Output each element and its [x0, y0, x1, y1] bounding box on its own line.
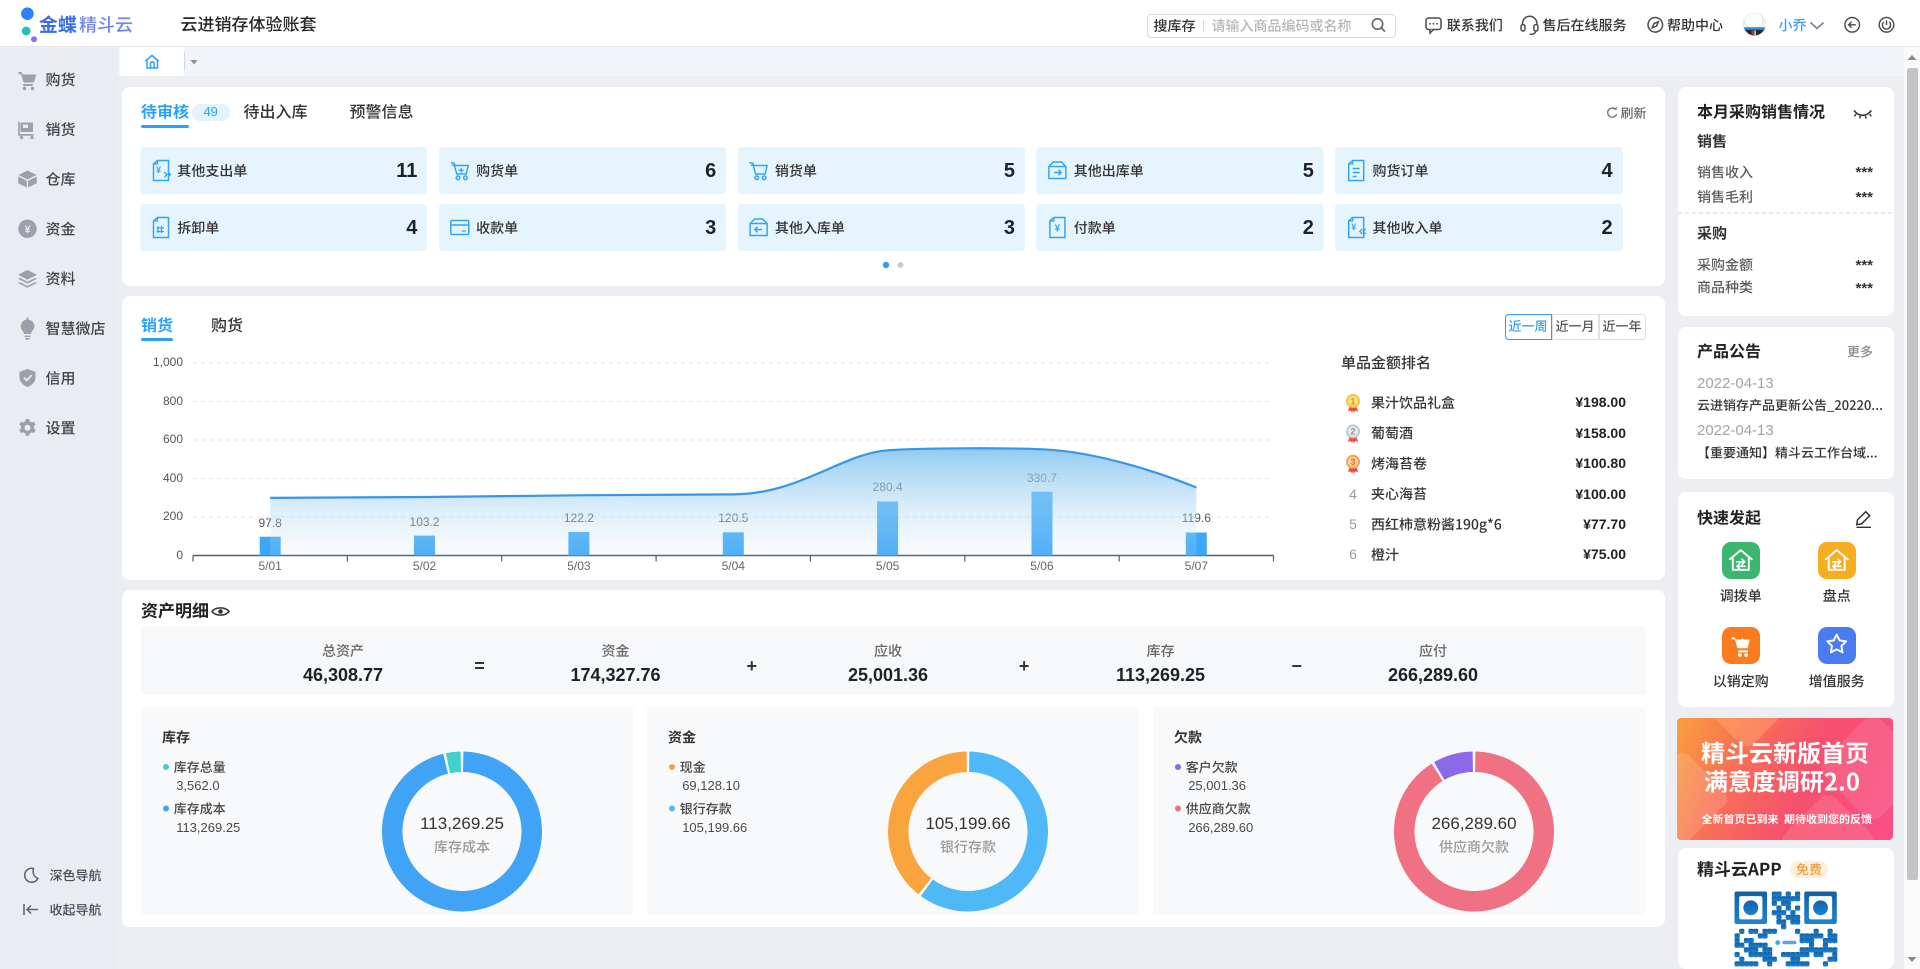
svg-text:¥: ¥	[156, 165, 161, 175]
svg-text:¥: ¥	[24, 224, 31, 236]
svg-text:3: 3	[1350, 457, 1355, 467]
svg-text:¥: ¥	[1055, 224, 1061, 235]
svg-text:1: 1	[1350, 396, 1355, 406]
svg-text:¥: ¥	[1351, 222, 1356, 232]
svg-text:2: 2	[1350, 427, 1355, 437]
